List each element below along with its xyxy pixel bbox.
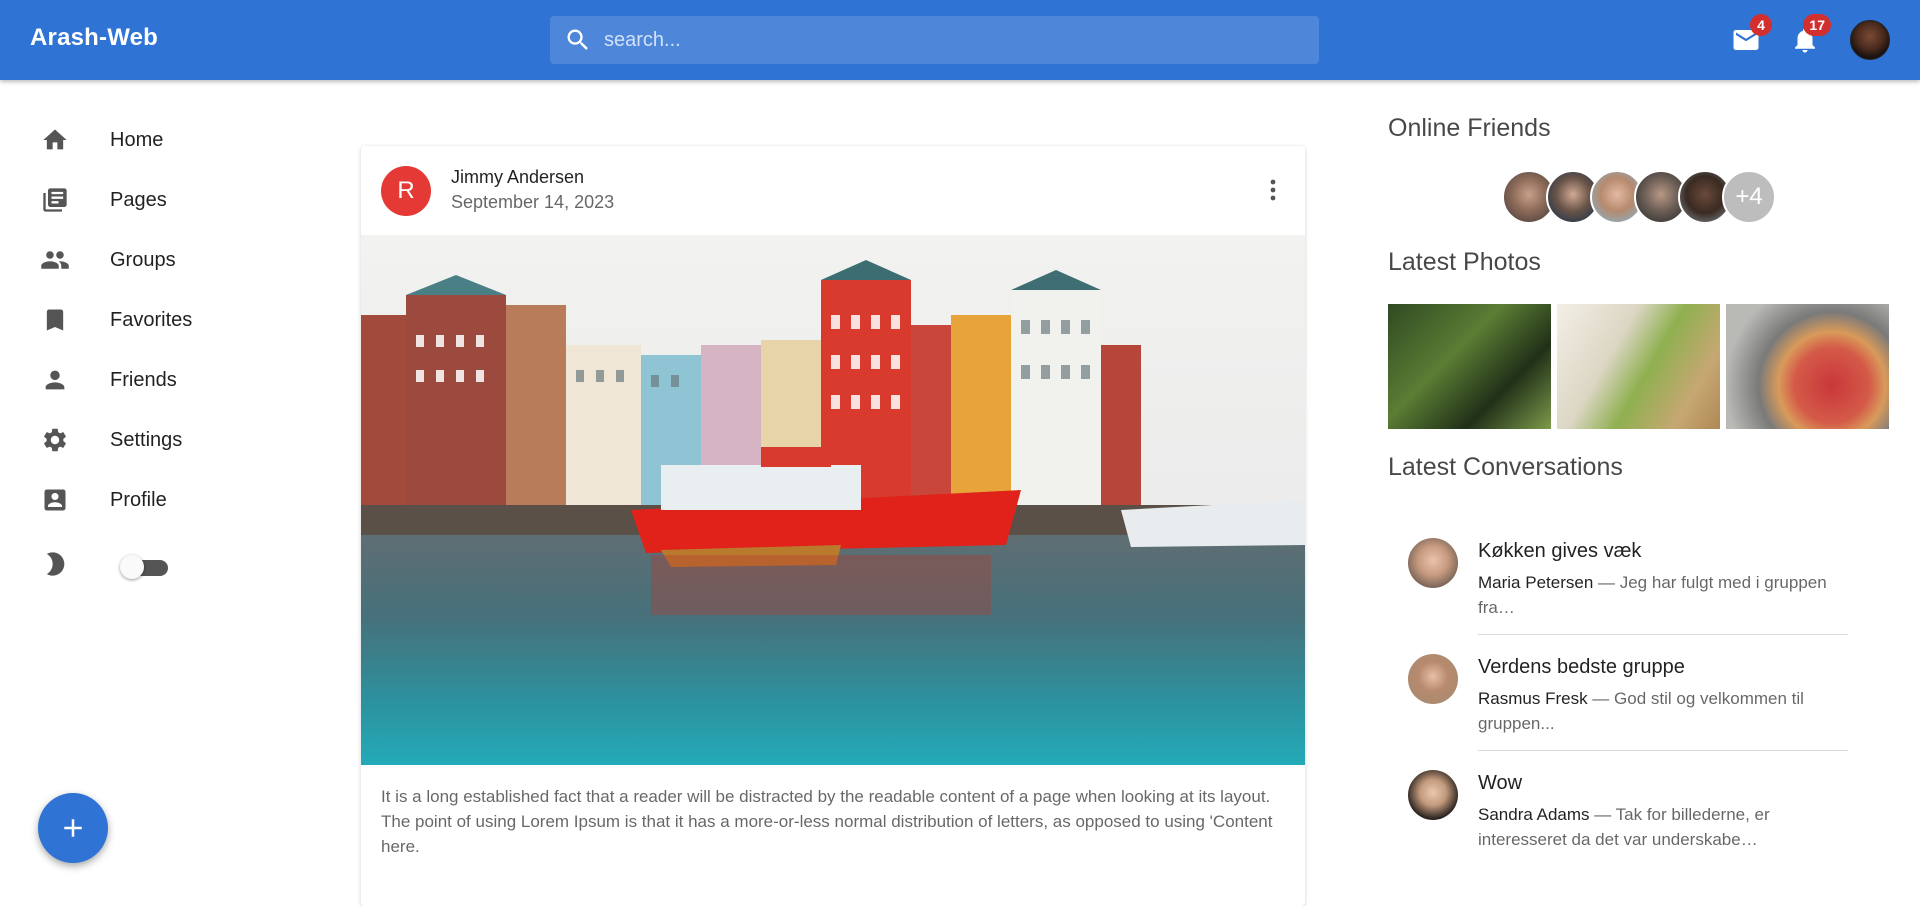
more-friends-count[interactable]: +4	[1722, 170, 1776, 224]
sidebar-item-profile[interactable]: Profile	[0, 470, 330, 530]
mail-button[interactable]: 4	[1726, 14, 1772, 60]
post-author: Jimmy Andersen	[451, 167, 585, 187]
conversation-sender: Rasmus Fresk	[1478, 689, 1588, 708]
sidebar-item-label: Home	[110, 128, 164, 151]
conversation-sender: Sandra Adams	[1478, 805, 1590, 824]
dark-mode-toggle[interactable]	[120, 551, 170, 581]
post-author-avatar[interactable]: R	[381, 166, 431, 216]
bookmark-icon	[40, 305, 70, 335]
profile-icon	[40, 485, 70, 515]
conversation-avatar	[1408, 770, 1458, 820]
search-input[interactable]	[604, 28, 1284, 52]
user-avatar[interactable]	[1850, 20, 1890, 60]
groups-icon	[40, 245, 70, 275]
sidebar-item-favorites[interactable]: Favorites	[0, 290, 330, 350]
latest-conversations-title: Latest Conversations	[1388, 453, 1623, 481]
sidebar-item-home[interactable]: Home	[0, 110, 330, 170]
person-icon	[40, 365, 70, 395]
post-card: R Jimmy Andersen September 14, 2023 It i…	[361, 146, 1305, 906]
sidebar-item-groups[interactable]: Groups	[0, 230, 330, 290]
sidebar-item-label: Favorites	[110, 308, 193, 331]
conversation-snippet: Maria Petersen — Jeg har fulgt med i gru…	[1478, 570, 1848, 620]
search-box[interactable]	[550, 16, 1319, 64]
divider	[1478, 634, 1848, 635]
more-vert-icon	[1270, 179, 1276, 201]
photo-thumbnail[interactable]	[1557, 304, 1720, 429]
add-post-button[interactable]	[38, 793, 108, 863]
conversation-title: Wow	[1478, 772, 1523, 794]
toggle-thumb	[120, 555, 144, 579]
notifications-button[interactable]: 17	[1785, 14, 1831, 60]
conversation-avatar	[1408, 654, 1458, 704]
mail-badge: 4	[1750, 14, 1772, 36]
divider	[1478, 750, 1848, 751]
conversation-snippet: Sandra Adams — Tak for billederne, er in…	[1478, 802, 1848, 852]
home-icon	[40, 125, 70, 155]
conversation-sender: Maria Petersen	[1478, 573, 1594, 592]
app-bar: Arash-Web 4 17	[0, 0, 1920, 80]
conversation-avatar	[1408, 538, 1458, 588]
post-date: September 14, 2023	[451, 192, 615, 212]
sidebar-item-friends[interactable]: Friends	[0, 350, 330, 410]
photo-thumbnail[interactable]	[1388, 304, 1551, 429]
latest-photos-title: Latest Photos	[1388, 248, 1541, 276]
brand-title[interactable]: Arash-Web	[30, 24, 158, 52]
post-image[interactable]	[361, 235, 1305, 765]
notifications-badge: 17	[1803, 14, 1831, 36]
post-menu-button[interactable]	[1261, 170, 1285, 210]
sidebar-item-label: Friends	[110, 368, 177, 391]
pages-icon	[40, 185, 70, 215]
moon-icon	[40, 549, 70, 579]
online-friends-title: Online Friends	[1388, 114, 1551, 142]
sidebar-item-label: Groups	[110, 248, 176, 271]
sidebar-item-label: Pages	[110, 188, 167, 211]
sidebar-item-settings[interactable]: Settings	[0, 410, 330, 470]
gear-icon	[40, 425, 70, 455]
photo-thumbnail[interactable]	[1726, 304, 1889, 429]
search-icon	[567, 29, 588, 50]
sidebar-item-label: Settings	[110, 428, 183, 451]
conversation-title: Verdens bedste gruppe	[1478, 656, 1685, 678]
post-text: It is a long established fact that a rea…	[381, 787, 1273, 856]
plus-icon	[64, 819, 82, 837]
sidebar-item-pages[interactable]: Pages	[0, 170, 330, 230]
conversation-snippet: Rasmus Fresk — God stil og velkommen til…	[1478, 686, 1848, 736]
sidebar-item-label: Profile	[110, 488, 167, 511]
conversation-title: Køkken gives væk	[1478, 540, 1642, 562]
